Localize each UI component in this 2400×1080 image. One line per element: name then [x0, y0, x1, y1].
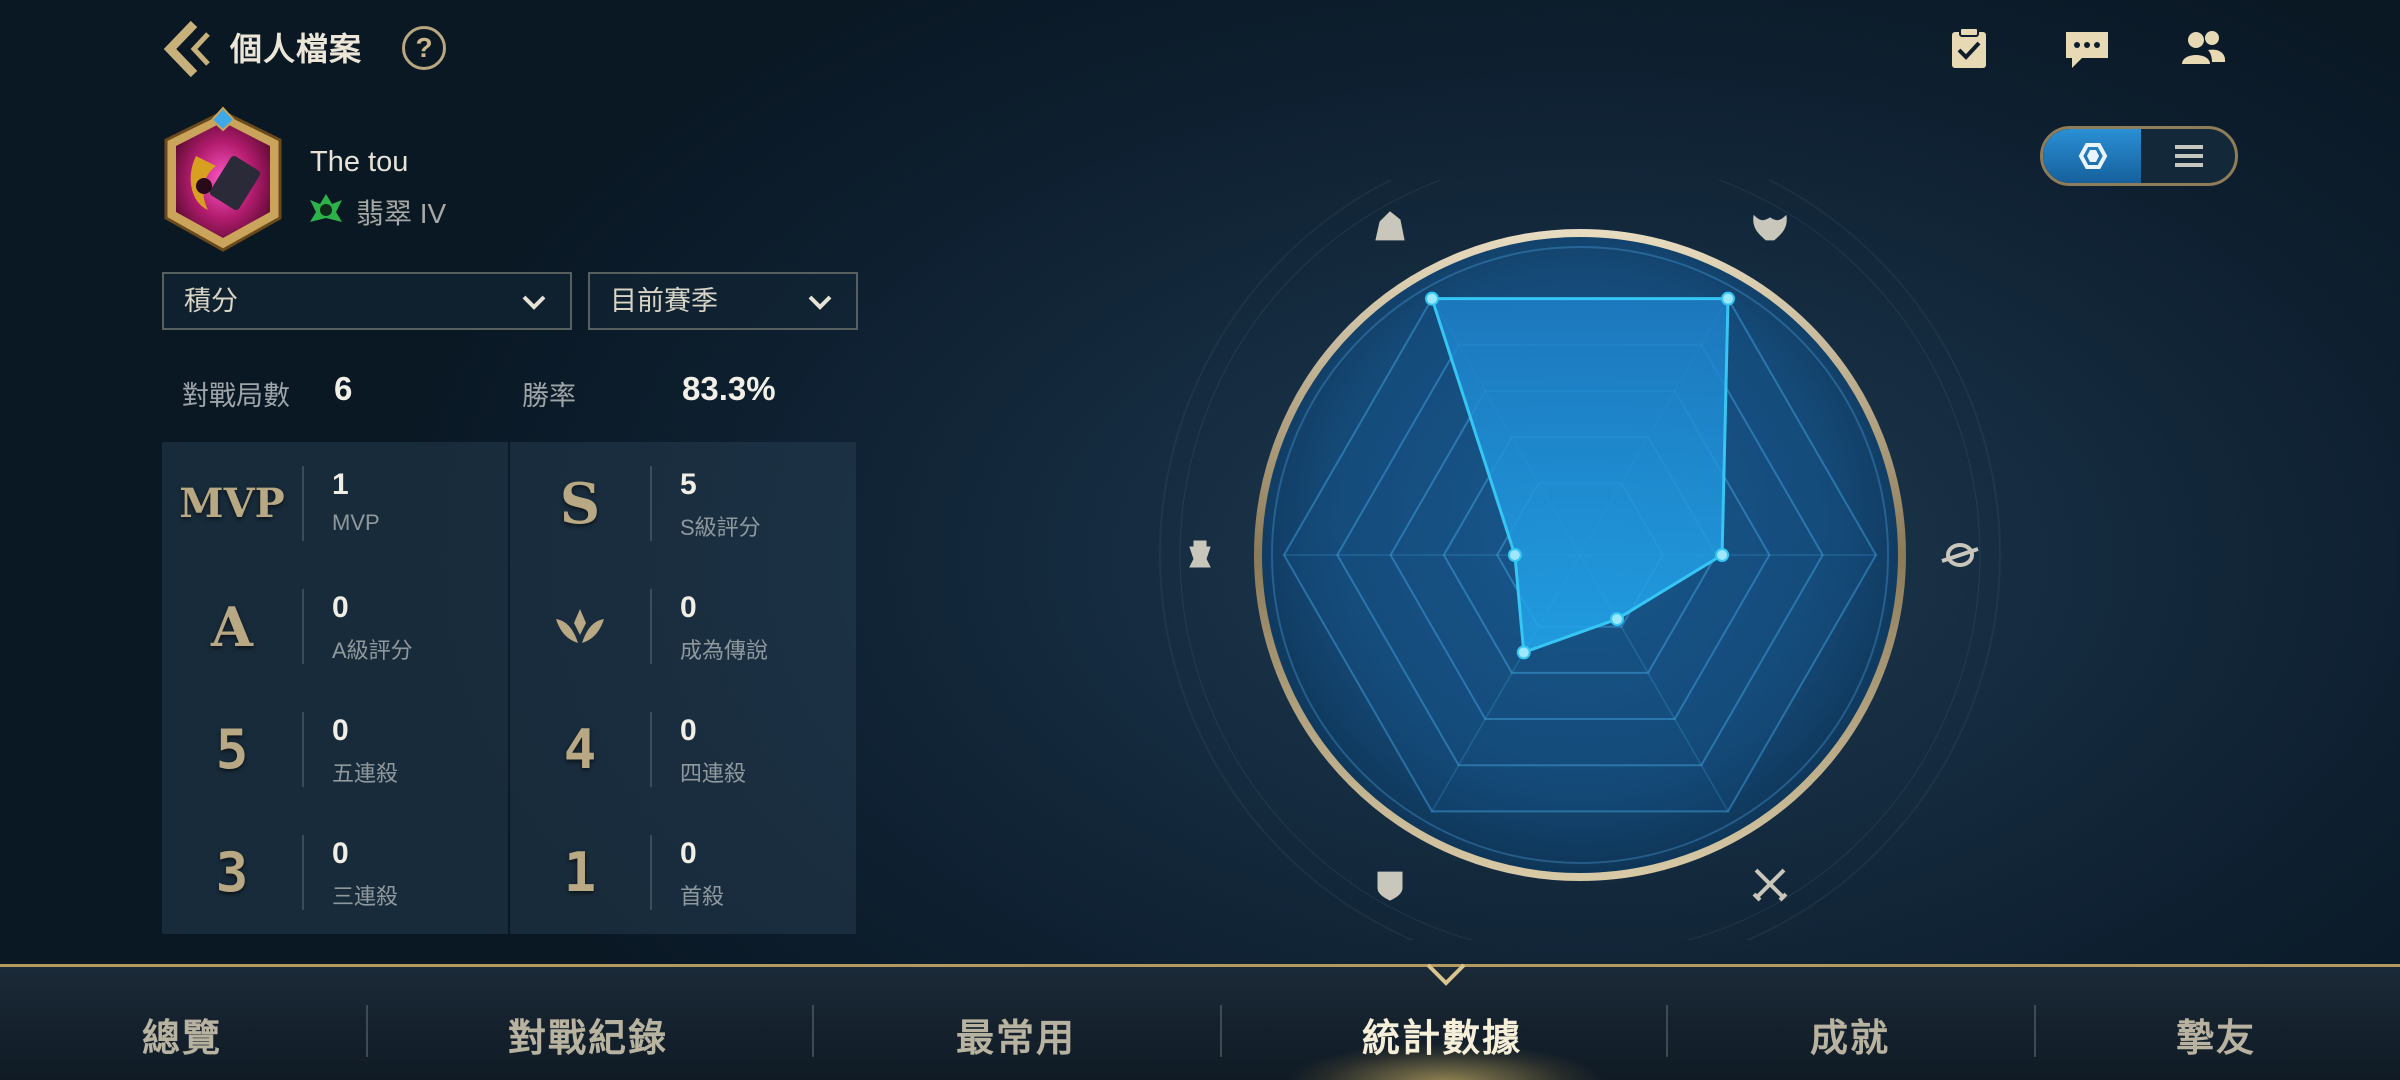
stat-label: MVP — [332, 510, 380, 535]
stat-label: A級評分 — [332, 638, 413, 663]
player-name: The tou — [310, 146, 409, 178]
tab-statistics[interactable]: 統計數據 — [1362, 1007, 1522, 1062]
stat-label: 四連殺 — [680, 761, 747, 786]
stat-cell-s-rating: S 5 S級評分 — [510, 442, 856, 565]
stat-label: 首殺 — [680, 884, 725, 909]
winrate-value: 83.3% — [682, 370, 776, 407]
quadra-kill-badge-icon: 4 — [563, 718, 597, 781]
triple-kill-badge-icon: 3 — [215, 841, 249, 904]
mode-dropdown-value: 積分 — [184, 286, 238, 316]
emerald-rank-icon — [306, 190, 346, 230]
matches-label: 對戰局數 — [182, 381, 290, 411]
friends-icon[interactable] — [2178, 24, 2228, 74]
avatar[interactable] — [156, 106, 290, 256]
tab-achievements[interactable]: 成就 — [1810, 1007, 1890, 1062]
list-view-icon — [2175, 145, 2203, 167]
crossed-swords-icon — [1752, 868, 1788, 902]
view-toggle[interactable] — [2040, 126, 2238, 186]
stat-value: 0 — [680, 837, 697, 870]
shield-icon — [1377, 871, 1403, 901]
tab-best-friends[interactable]: 摯友 — [2176, 1007, 2256, 1062]
mode-dropdown[interactable]: 積分 — [162, 272, 572, 330]
tab-match-history[interactable]: 對戰紀錄 — [508, 1007, 668, 1062]
stat-cell-a-rating: A 0 A級評分 — [162, 565, 508, 688]
planet-icon — [1941, 543, 1979, 567]
warrior-icon — [1375, 211, 1405, 241]
help-button[interactable]: ? — [402, 26, 446, 70]
stats-grid: MVP 1 MVP S 5 S級評分 A 0 A級評分 0 成為傳說 5 0 五… — [162, 442, 856, 934]
stat-value: 1 — [332, 468, 349, 501]
mvp-badge-icon: MVP — [179, 480, 285, 527]
radar-view-button[interactable] — [2043, 129, 2141, 183]
stat-value: 0 — [332, 591, 349, 624]
rank-name: 翡翠 IV — [356, 198, 447, 229]
season-dropdown[interactable]: 目前賽季 — [588, 272, 858, 330]
stat-cell-penta-kill: 5 0 五連殺 — [162, 688, 508, 811]
chess-icon — [1189, 540, 1211, 568]
stat-value: 0 — [332, 837, 349, 870]
tab-overview[interactable]: 總覽 — [142, 1007, 222, 1062]
radar-point — [1715, 548, 1730, 562]
horns-icon — [1753, 214, 1787, 241]
stat-cell-quadra-kill: 4 0 四連殺 — [510, 688, 856, 811]
stat-label: 五連殺 — [332, 761, 399, 786]
penta-kill-badge-icon: 5 — [215, 718, 249, 781]
stat-value: 5 — [680, 468, 697, 501]
stat-value: 0 — [680, 591, 697, 624]
tab-most-used[interactable]: 最常用 — [956, 1007, 1076, 1062]
chevron-down-icon — [522, 295, 546, 310]
winrate-label: 勝率 — [522, 381, 576, 411]
stat-value: 0 — [680, 714, 697, 747]
checklist-icon[interactable] — [1944, 24, 1994, 74]
radar-chart — [1120, 134, 2040, 976]
stat-label: 成為傳說 — [680, 638, 769, 663]
s-rating-badge-icon: S — [559, 470, 601, 537]
stat-cell-first-blood: 1 0 首殺 — [510, 811, 856, 934]
stat-cell-mvp: MVP 1 MVP — [162, 442, 508, 565]
active-tab-caret-icon — [1426, 963, 1466, 986]
legend-icon — [510, 565, 650, 688]
radar-view-icon — [2078, 143, 2108, 169]
radar-point — [1425, 291, 1439, 306]
radar-point — [1721, 291, 1735, 306]
matches-value: 6 — [334, 370, 353, 407]
season-dropdown-value: 目前賽季 — [610, 286, 718, 316]
back-button[interactable] — [160, 18, 220, 80]
back-arrow-icon — [163, 20, 210, 78]
stat-label: 三連殺 — [332, 884, 399, 909]
page-title: 個人檔案 — [230, 31, 363, 67]
first-blood-badge-icon: 1 — [563, 841, 597, 904]
list-view-button[interactable] — [2141, 129, 2235, 183]
stat-label: S級評分 — [680, 515, 761, 540]
radar-point — [1610, 612, 1624, 627]
radar-point — [1507, 548, 1522, 562]
chevron-down-icon — [808, 295, 832, 310]
bottom-nav: 總覽 對戰紀錄 最常用 統計數據 成就 摯友 — [0, 963, 2400, 1080]
radar-point — [1516, 645, 1531, 660]
a-rating-badge-icon: A — [211, 594, 253, 659]
chat-icon[interactable] — [2062, 24, 2112, 74]
stat-cell-triple-kill: 3 0 三連殺 — [162, 811, 508, 934]
stat-value: 0 — [332, 714, 349, 747]
stat-cell-legendary: 0 成為傳說 — [510, 565, 856, 688]
